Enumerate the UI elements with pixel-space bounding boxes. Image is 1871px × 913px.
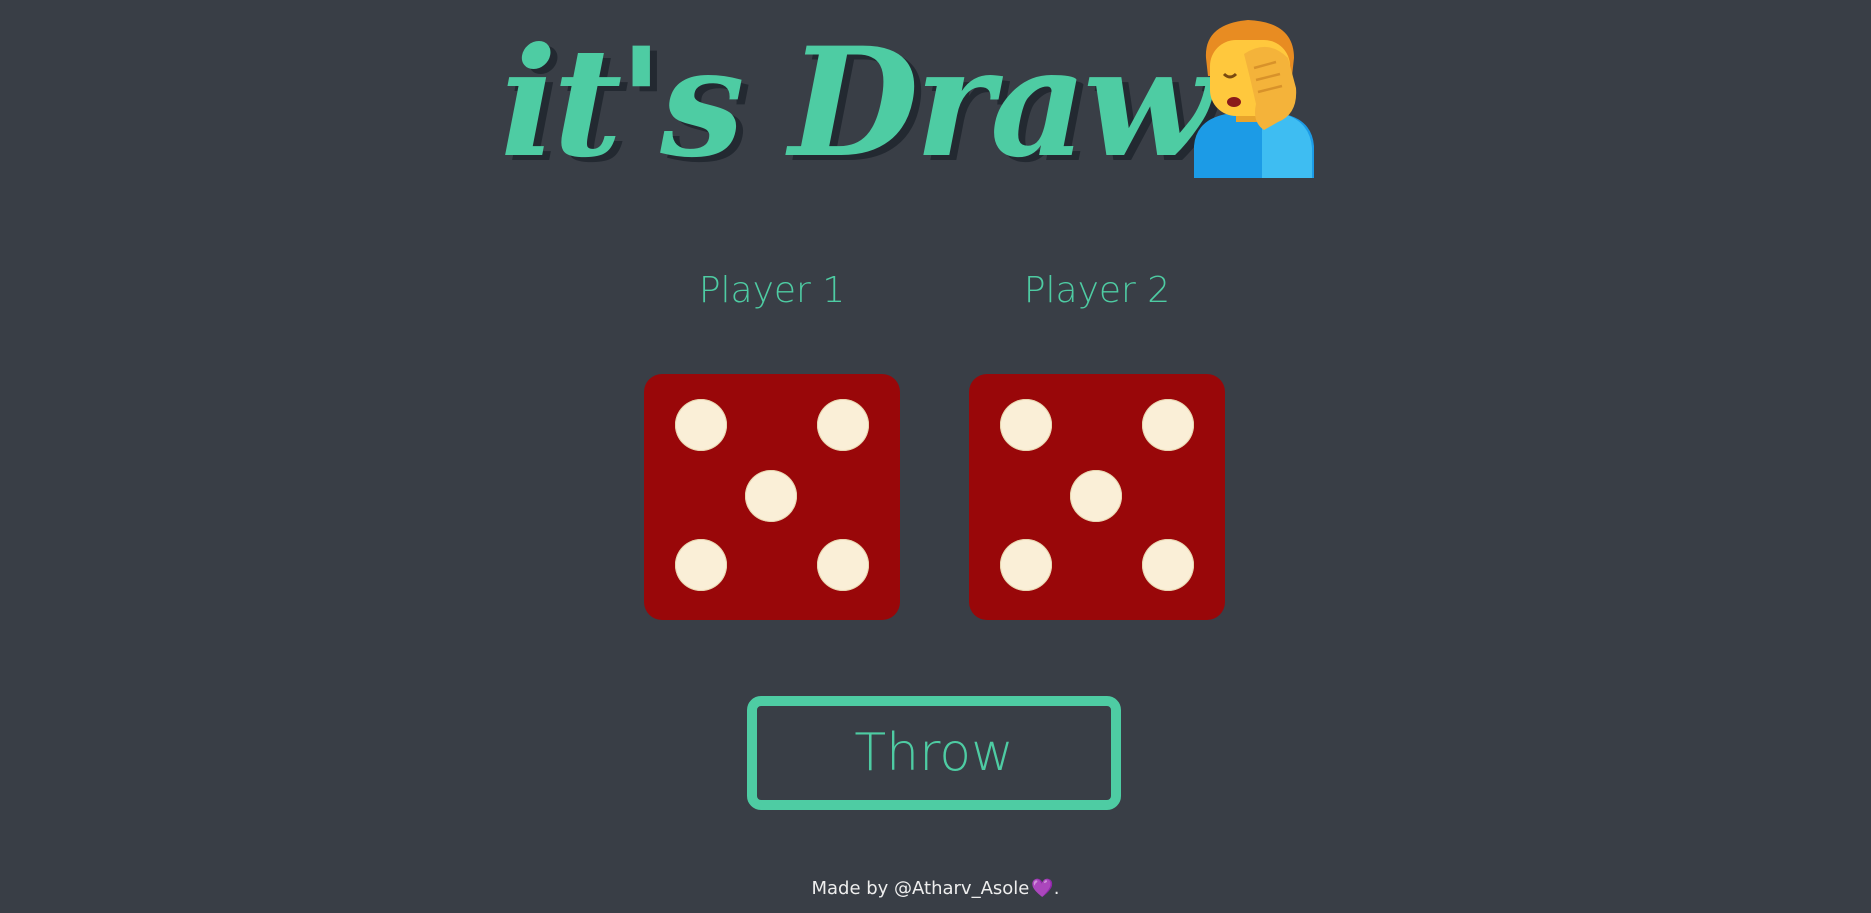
player-2-die	[969, 374, 1225, 620]
throw-button[interactable]: Throw	[747, 696, 1121, 810]
die-pip	[745, 470, 797, 522]
footer-credit: Made by @Atharv_Asole 💜.	[0, 878, 1871, 899]
die-pip	[1142, 539, 1194, 591]
die-pip	[675, 399, 727, 451]
player-1-die	[644, 374, 900, 620]
die-pip	[1142, 399, 1194, 451]
die-pip	[1070, 470, 1122, 522]
die-pip	[1000, 539, 1052, 591]
die-pip	[817, 399, 869, 451]
result-title: it's Draw!	[500, 15, 1274, 191]
man-facepalming-icon	[1194, 20, 1314, 178]
player-1-label: Player 1	[698, 270, 846, 311]
title-row: it's Draw!	[0, 18, 1871, 188]
purple-heart-icon: 💜	[1031, 878, 1054, 899]
player-2-label: Player 2	[1023, 270, 1171, 311]
footer-text: Made by @Atharv_Asole	[811, 878, 1030, 899]
footer-period: .	[1053, 878, 1060, 899]
game-page: it's Draw! Player 1 Player 2 Throw Made …	[0, 0, 1871, 913]
die-pip	[817, 539, 869, 591]
die-pip	[1000, 399, 1052, 451]
die-pip	[675, 539, 727, 591]
